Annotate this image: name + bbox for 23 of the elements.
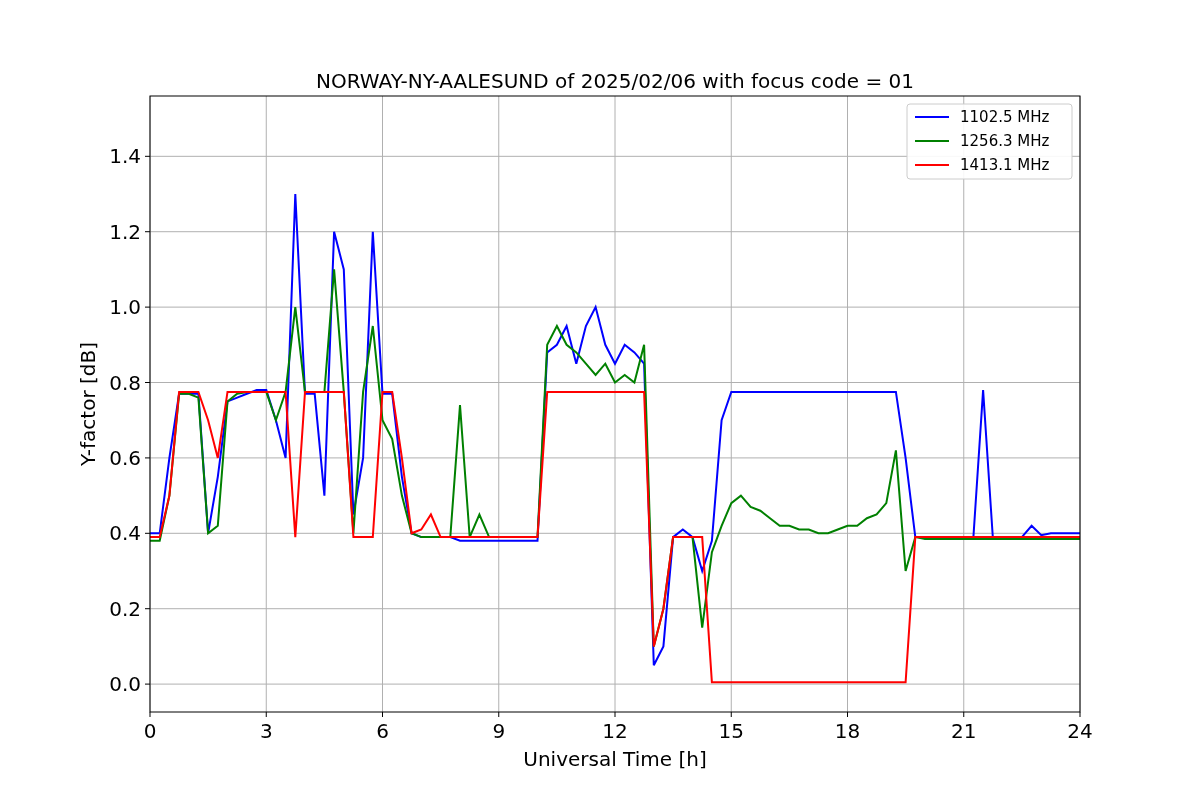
y-tick-label: 1.0 (109, 295, 141, 320)
y-tick-label: 0.2 (109, 596, 141, 621)
y-tick-label: 0.0 (109, 672, 141, 697)
y-tick-label: 0.6 (109, 445, 141, 470)
y-tick-label: 1.4 (109, 144, 141, 169)
x-tick-label: 3 (259, 719, 273, 743)
x-tick-label: 9 (492, 719, 506, 743)
y-axis-label: Y-factor [dB] (76, 342, 100, 466)
y-tick-label: 0.8 (109, 370, 141, 395)
y-tick-label: 0.4 (109, 521, 141, 546)
legend-label: 1413.1 MHz (960, 156, 1050, 174)
chart-title: NORWAY-NY-AALESUND of 2025/02/06 with focus code = 01 (316, 69, 914, 93)
x-tick-label: 24 (1067, 719, 1093, 743)
x-axis-label: Universal Time [h] (523, 747, 707, 771)
legend-label: 1102.5 MHz (960, 108, 1050, 126)
x-tick-label: 15 (718, 719, 744, 743)
x-tick-label: 18 (834, 719, 861, 743)
legend-label: 1256.3 MHz (960, 132, 1050, 150)
x-tick-label: 6 (376, 719, 389, 743)
x-tick-label: 0 (143, 719, 157, 743)
x-tick-label: 21 (951, 719, 977, 743)
x-tick-label: 12 (602, 719, 628, 743)
y-tick-label: 1.2 (109, 219, 141, 244)
